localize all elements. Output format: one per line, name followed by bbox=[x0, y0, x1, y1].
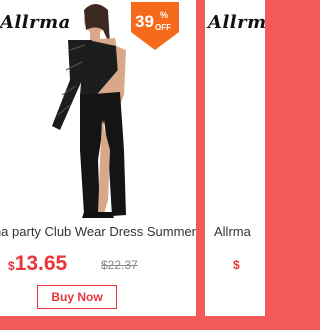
original-price: $22.37 bbox=[101, 258, 138, 272]
product-title[interactable]: Allrma party Club Wear Dress Summer bbox=[0, 224, 196, 239]
current-price: $13.65 bbox=[8, 252, 67, 276]
currency-symbol: $ bbox=[8, 259, 15, 273]
brand-watermark-next: Allrma bbox=[208, 12, 265, 33]
product-card[interactable]: Allrma 39 % OFF Allrma party Club Wear D… bbox=[0, 0, 196, 316]
discount-badge: 39 % OFF bbox=[131, 2, 179, 50]
product-title-text[interactable]: Allrma party Club Wear Dress Summer bbox=[0, 224, 196, 239]
percent-sign: % bbox=[160, 10, 169, 20]
discount-percent: 39 bbox=[135, 12, 154, 31]
buy-now-button[interactable]: Buy Now bbox=[37, 285, 117, 309]
off-label: OFF bbox=[155, 23, 171, 32]
brand-watermark: Allrma bbox=[0, 12, 71, 33]
price-amount: 13.65 bbox=[14, 252, 68, 275]
product-title-next[interactable]: Allrma bbox=[214, 224, 265, 239]
product-card-next[interactable]: Allrma Allrma $ bbox=[205, 0, 265, 316]
currency-symbol-next: $ bbox=[233, 258, 240, 272]
